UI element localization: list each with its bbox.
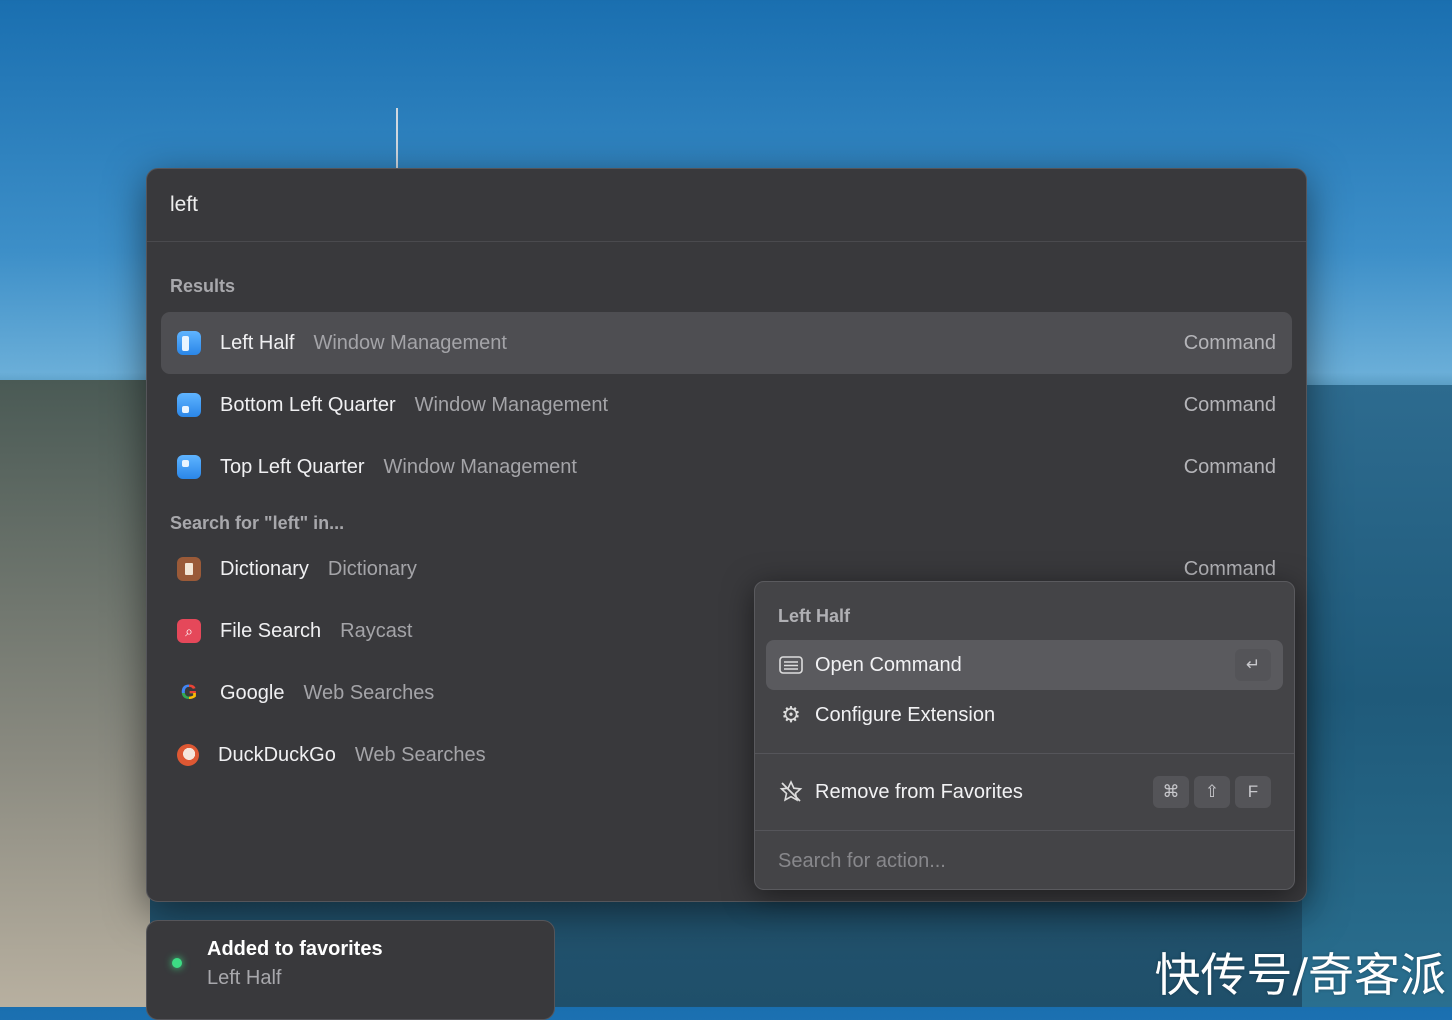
list-item-left-half[interactable]: Left Half Window Management Command: [161, 312, 1292, 374]
action-label: Configure Extension: [815, 703, 996, 726]
star-slash-icon: [778, 780, 804, 804]
toast-notification: Added to favorites Left Half: [146, 920, 555, 1020]
section-header-results: Results: [170, 276, 236, 296]
shift-key: ⇧: [1194, 776, 1230, 808]
search-input[interactable]: left: [147, 169, 1306, 242]
search-query: left: [170, 193, 199, 216]
f-key: F: [1235, 776, 1271, 808]
open-command-action[interactable]: Open Command ↵: [766, 640, 1283, 690]
item-title: Bottom Left Quarter: [220, 393, 396, 416]
desktop-wallpaper-sea: [1302, 385, 1452, 1007]
divider: [755, 753, 1294, 754]
left-half-icon: [177, 331, 201, 355]
window-icon: [778, 656, 804, 674]
gear-icon: ⚙: [781, 702, 801, 727]
return-key-shortcut: ↵: [1235, 649, 1271, 681]
dictionary-icon: [177, 557, 201, 581]
item-title: Top Left Quarter: [220, 455, 365, 478]
configure-extension-action[interactable]: ⚙ Configure Extension: [766, 690, 1283, 740]
item-subtitle: Window Management: [414, 393, 609, 416]
google-icon: G: [177, 681, 201, 705]
action-panel: Left Half Open Command ↵ ⚙ Configure Ext…: [754, 581, 1295, 891]
item-accessory: Command: [1183, 393, 1276, 416]
item-subtitle: Web Searches: [303, 681, 435, 704]
remove-from-favorites-action[interactable]: Remove from Favorites ⌘ ⇧ F: [766, 767, 1283, 817]
toast-title: Added to favorites: [207, 938, 383, 960]
action-label: Open Command: [815, 653, 962, 676]
item-subtitle: Window Management: [383, 455, 577, 478]
action-panel-title: Left Half: [778, 606, 850, 626]
top-left-quarter-icon: [177, 455, 201, 479]
item-accessory: Command: [1183, 557, 1276, 580]
item-title: DuckDuckGo: [218, 743, 336, 766]
action-search-input[interactable]: [755, 831, 1294, 891]
watermark: 快传号/奇客派: [1154, 948, 1447, 1002]
command-key: ⌘: [1153, 776, 1189, 808]
item-subtitle: Web Searches: [354, 743, 486, 766]
list-item-bottom-left-quarter[interactable]: Bottom Left Quarter Window Management Co…: [161, 374, 1292, 436]
action-label: Remove from Favorites: [815, 780, 1023, 803]
item-title: File Search: [220, 619, 322, 642]
item-title: Dictionary: [220, 557, 309, 580]
item-subtitle: Window Management: [313, 331, 507, 354]
success-status-dot: [172, 958, 182, 968]
list-item-top-left-quarter[interactable]: Top Left Quarter Window Management Comma…: [161, 436, 1292, 498]
file-search-icon: ⌕: [177, 619, 201, 643]
wallpaper-mast: [396, 108, 398, 168]
toast-subtitle: Left Half: [207, 967, 282, 989]
duckduckgo-icon: [177, 744, 199, 766]
item-title: Google: [220, 681, 285, 704]
item-title: Left Half: [220, 331, 295, 354]
section-header-search-in: Search for "left" in...: [170, 513, 345, 533]
desktop-wallpaper-land: [0, 380, 150, 1007]
item-subtitle: Raycast: [340, 619, 413, 642]
item-subtitle: Dictionary: [327, 557, 417, 580]
item-accessory: Command: [1183, 331, 1276, 354]
bottom-left-quarter-icon: [177, 393, 201, 417]
item-accessory: Command: [1183, 455, 1276, 478]
